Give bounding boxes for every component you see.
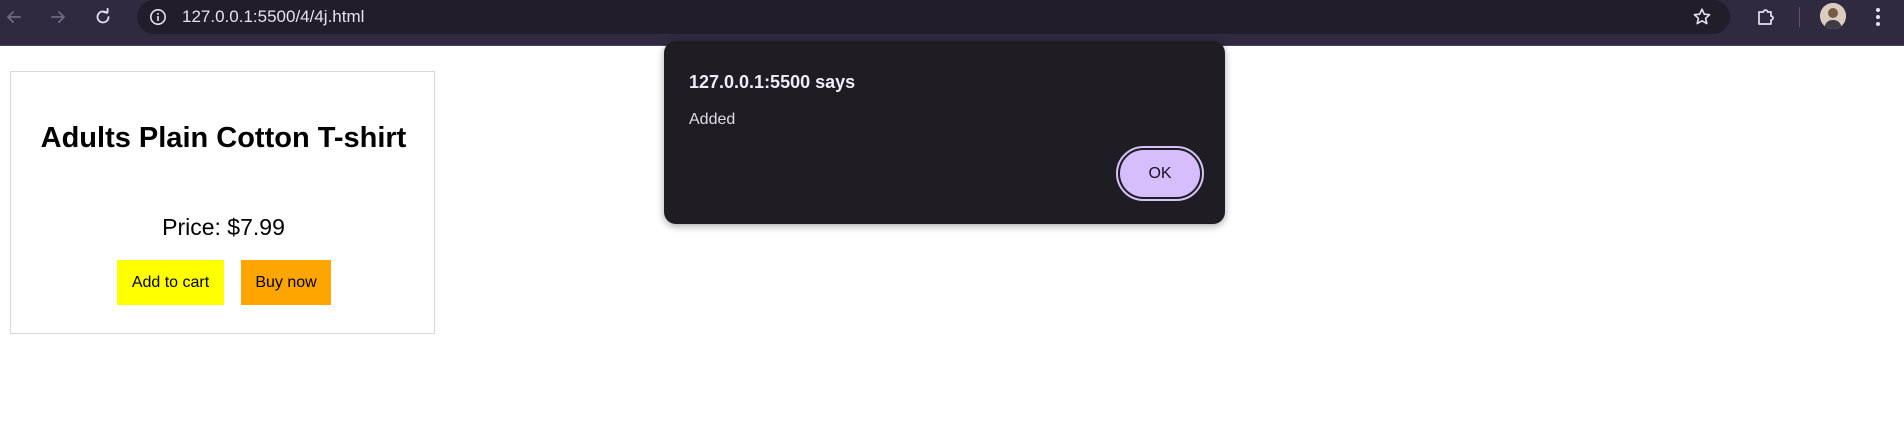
alert-title: 127.0.0.1:5500 says: [689, 72, 856, 92]
reload-button[interactable]: [91, 5, 115, 29]
info-icon: [150, 9, 166, 25]
alert-message: Added: [689, 111, 736, 128]
buy-now-button[interactable]: Buy now: [241, 260, 331, 305]
reload-icon: [96, 7, 110, 24]
ok-button[interactable]: OK: [1120, 150, 1200, 197]
add-to-cart-button[interactable]: Add to cart: [117, 260, 224, 305]
alert-dialog: 127.0.0.1:5500 says Added OK: [664, 41, 1225, 224]
site-info-button[interactable]: [148, 7, 168, 27]
product-price: Price: $7.99: [162, 214, 285, 240]
product-title: Adults Plain Cotton T-shirt: [40, 122, 407, 154]
url-text[interactable]: 127.0.0.1:5500/4/4j.html: [182, 8, 364, 26]
bookmark-button[interactable]: [1691, 6, 1713, 28]
arrow-left-icon: [7, 11, 21, 23]
back-button[interactable]: [2, 5, 26, 29]
browser-menu-button[interactable]: [1866, 4, 1890, 30]
ok-button-focus-ring: OK: [1116, 146, 1204, 201]
forward-button[interactable]: [46, 5, 70, 29]
address-bar[interactable]: 127.0.0.1:5500/4/4j.html: [137, 0, 1730, 34]
product-card: Adults Plain Cotton T-shirt Price: $7.99…: [10, 71, 435, 334]
toolbar-divider: [1799, 7, 1800, 27]
profile-avatar-image: [1820, 3, 1846, 29]
browser-toolbar: 127.0.0.1:5500/4/4j.html: [0, 0, 1904, 45]
puzzle-icon: [1758, 9, 1774, 25]
extensions-button[interactable]: [1753, 4, 1779, 30]
kebab-menu-icon: [1876, 8, 1880, 26]
arrow-right-icon: [51, 11, 65, 23]
avatar[interactable]: [1820, 3, 1846, 29]
star-icon: [1693, 8, 1711, 25]
